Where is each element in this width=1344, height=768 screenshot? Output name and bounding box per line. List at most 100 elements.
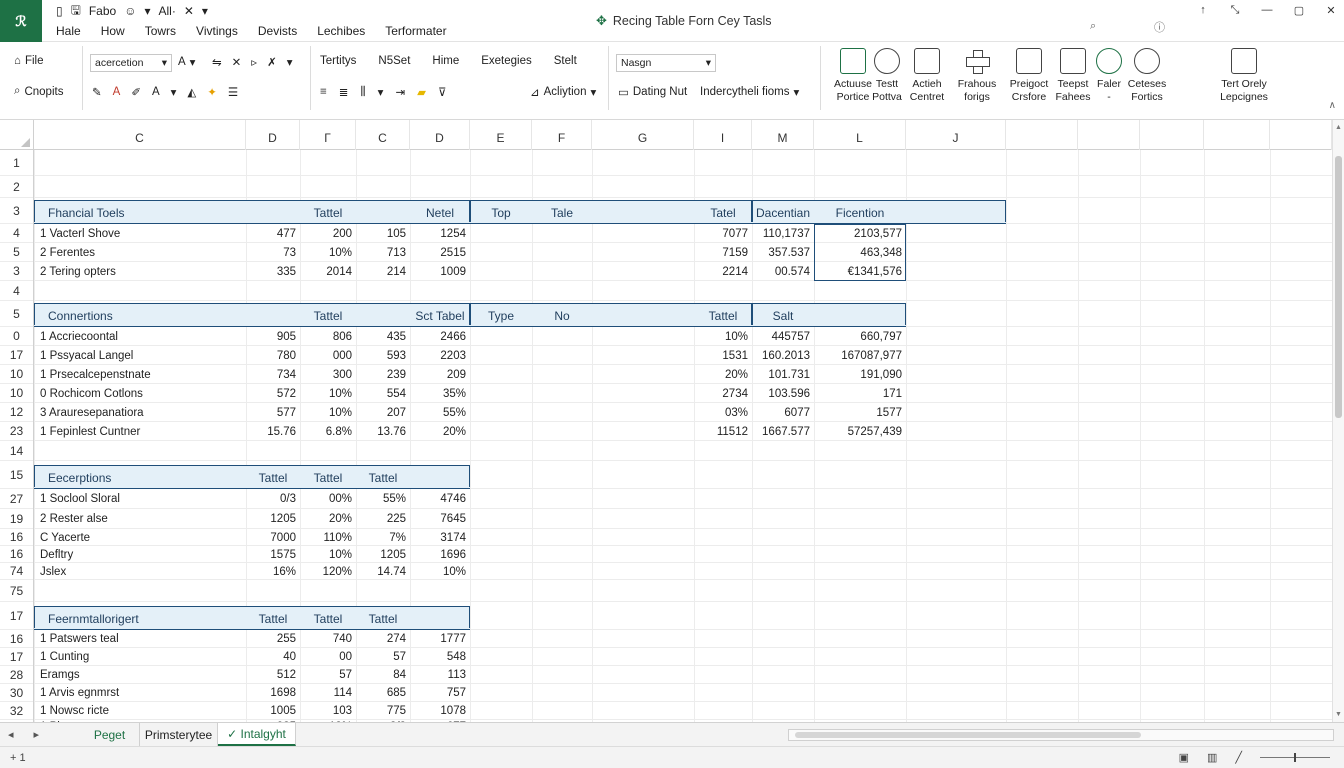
row-header[interactable]: 23 — [0, 422, 34, 441]
data-cell[interactable]: 357.537 — [752, 243, 814, 262]
borders-icon[interactable]: ☰ — [228, 85, 238, 99]
data-cell[interactable]: 171 — [814, 384, 906, 403]
row-label-cell[interactable]: 1 Vacterl Shove — [34, 224, 246, 243]
maximize-button[interactable]: ▢ — [1292, 4, 1306, 17]
row-header[interactable]: 17 — [0, 346, 34, 365]
menu-item[interactable]: Terformater — [385, 24, 446, 38]
row-header[interactable]: 10 — [0, 384, 34, 403]
row-header[interactable]: 17 — [0, 602, 34, 630]
row-header[interactable]: 15 — [0, 461, 34, 489]
data-cell[interactable]: 20% — [694, 365, 752, 384]
data-cell[interactable]: 7077 — [694, 224, 752, 243]
row-header[interactable]: 74 — [0, 563, 34, 580]
data-cell[interactable]: 6077 — [752, 403, 814, 422]
data-cell[interactable]: Ficention — [814, 198, 906, 224]
data-cell[interactable]: 35% — [410, 384, 470, 403]
filter-icon[interactable]: ⊽ — [438, 85, 446, 99]
data-cell[interactable]: 10% — [410, 563, 470, 580]
data-cell[interactable]: 103.596 — [752, 384, 814, 403]
data-cell[interactable] — [592, 403, 694, 422]
row-label-cell[interactable]: 1 Cunting — [34, 648, 246, 666]
data-cell[interactable] — [592, 262, 694, 281]
search-button[interactable]: ⌕ Cnopits — [14, 85, 63, 98]
worksheet-grid[interactable]: CDΓCDEFGIMLJ 1 2 3 Fhancial Toels Tattel Nete… — [0, 120, 1344, 722]
column-header[interactable]: C — [34, 120, 246, 150]
data-cell[interactable]: 101.731 — [752, 365, 814, 384]
data-cell[interactable]: 1696 — [410, 546, 470, 563]
tools-button[interactable]: ⊿ Acliytion ▾ — [530, 85, 596, 99]
chevron-down-icon[interactable]: ▾ — [202, 4, 208, 18]
data-cell[interactable]: Tale — [532, 198, 592, 224]
row-header[interactable]: 10 — [0, 365, 34, 384]
expand-icon[interactable]: ⤡ — [1228, 4, 1242, 17]
data-cell[interactable]: 2214 — [694, 262, 752, 281]
select-all-corner[interactable] — [0, 120, 34, 150]
data-cell[interactable]: 335 — [246, 262, 300, 281]
data-cell[interactable] — [470, 365, 532, 384]
data-cell[interactable] — [592, 346, 694, 365]
data-cell[interactable]: 113 — [410, 666, 470, 684]
data-cell[interactable]: 2515 — [410, 243, 470, 262]
data-cell[interactable] — [592, 243, 694, 262]
data-cell[interactable]: 806 — [300, 327, 356, 346]
close-icon[interactable]: ✕ — [184, 4, 194, 18]
data-cell[interactable]: 57 — [300, 666, 356, 684]
highlight-icon[interactable]: ✦ — [207, 85, 217, 99]
vertical-scroll-thumb[interactable] — [1335, 156, 1342, 418]
vertical-scrollbar[interactable]: ▲ ▼ — [1332, 120, 1344, 722]
column-header[interactable]: D — [246, 120, 300, 150]
data-cell[interactable]: Salt — [752, 301, 814, 327]
data-cell[interactable] — [470, 422, 532, 441]
data-cell[interactable] — [532, 262, 592, 281]
data-cell[interactable] — [470, 224, 532, 243]
data-cell[interactable] — [592, 198, 694, 224]
data-cell[interactable]: 1531 — [694, 346, 752, 365]
data-cell[interactable]: 200 — [300, 224, 356, 243]
row-label-cell[interactable]: 0 Rochicom Cotlons — [34, 384, 246, 403]
data-cell[interactable]: 2103,577 — [814, 224, 906, 243]
row-label-cell[interactable]: 3 Arauresepanatiora — [34, 403, 246, 422]
chevron-down-icon[interactable]: ▾ — [378, 85, 384, 99]
close-button[interactable]: ✕ — [1324, 4, 1338, 17]
menu-item[interactable]: Vivtings — [196, 24, 238, 38]
data-cell[interactable]: Tattel — [300, 602, 356, 630]
menu-item[interactable]: Devists — [258, 24, 297, 38]
ribbon-tab[interactable]: N5Set — [378, 55, 410, 67]
column-header[interactable] — [1140, 120, 1204, 150]
row-header[interactable]: 14 — [0, 441, 34, 461]
data-cell[interactable]: 239 — [356, 365, 410, 384]
data-cell[interactable]: 780 — [246, 346, 300, 365]
row-header[interactable]: 5 — [0, 243, 34, 262]
data-cell[interactable]: 57257,439 — [814, 422, 906, 441]
data-cell[interactable] — [470, 327, 532, 346]
sheet-tab-active[interactable]: ✓ Intalgyht — [218, 723, 296, 746]
data-cell[interactable]: 463,348 — [814, 243, 906, 262]
column-header[interactable] — [1078, 120, 1140, 150]
prev-sheet-icon[interactable]: ◂ — [8, 728, 14, 741]
data-cell[interactable]: 1078 — [410, 702, 470, 720]
data-cell[interactable]: 2014 — [300, 262, 356, 281]
data-cell[interactable]: 477 — [246, 224, 300, 243]
data-cell[interactable]: 55% — [356, 489, 410, 509]
row-label-cell[interactable]: 1 Patswers teal — [34, 630, 246, 648]
column-header[interactable] — [1270, 120, 1332, 150]
row-label-cell[interactable]: 1 Accriecoontal — [34, 327, 246, 346]
data-cell[interactable] — [592, 224, 694, 243]
data-cell[interactable]: 14.74 — [356, 563, 410, 580]
ribbon-tab[interactable]: Tertitys — [320, 55, 356, 67]
data-cell[interactable]: 512 — [246, 666, 300, 684]
data-cell[interactable]: Tattel — [246, 602, 300, 630]
pen-icon[interactable]: ✐ — [131, 85, 141, 99]
data-cell[interactable]: 1005 — [246, 702, 300, 720]
row-header[interactable]: 32 — [0, 702, 34, 720]
menu-item[interactable]: Towrs — [145, 24, 176, 38]
row-label-cell[interactable]: 1 Fepinlest Cuntner — [34, 422, 246, 441]
ribbon-tab[interactable]: Hime — [432, 55, 459, 67]
row-header[interactable]: 28 — [0, 666, 34, 684]
data-cell[interactable]: 572 — [246, 384, 300, 403]
data-cell[interactable]: 11512 — [694, 422, 752, 441]
data-cell[interactable]: 1205 — [356, 546, 410, 563]
dating-button[interactable]: ▭ Dating Nut — [618, 85, 687, 99]
row-label-cell[interactable]: C Yacerte — [34, 529, 246, 546]
data-cell[interactable]: Tattel — [300, 198, 356, 224]
